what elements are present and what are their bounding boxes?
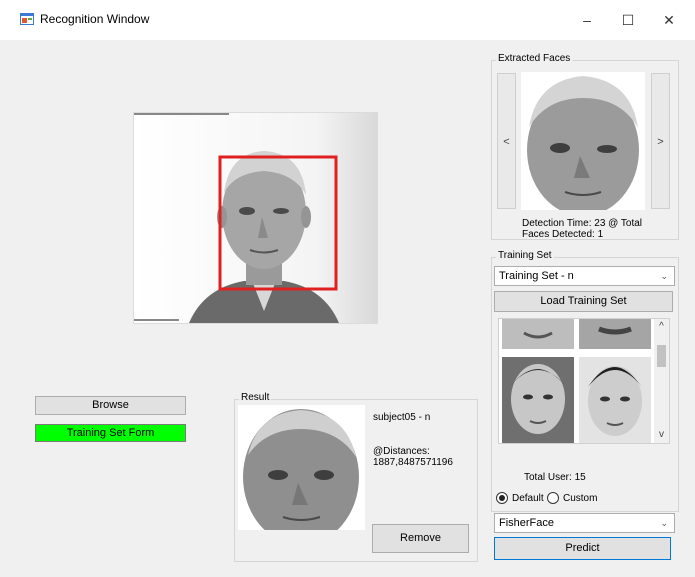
default-radio-label: Default [512,493,544,504]
browse-button[interactable]: Browse [35,396,186,415]
title-bar: Recognition Window – ☐ ✕ [0,0,695,40]
algorithm-select[interactable]: FisherFace ⌄ [494,513,675,533]
training-set-select[interactable]: Training Set - n ⌄ [494,266,675,286]
faces-detected: Faces Detected: 1 [522,229,604,240]
remove-button[interactable]: Remove [372,524,469,553]
main-image-preview [133,112,378,324]
chevron-down-icon: ⌄ [660,271,668,281]
scroll-up-icon[interactable]: ^ [654,321,669,332]
training-list-scrollbar[interactable]: ^ v [654,319,669,443]
training-set-form-button[interactable]: Training Set Form [35,424,186,442]
load-training-set-button[interactable]: Load Training Set [494,291,673,312]
chevron-right-icon: > [657,136,664,148]
detection-time: Detection Time: 23 @ Total [522,218,643,229]
scroll-thumb[interactable] [657,345,666,367]
result-distances-label: @Distances: [373,446,430,457]
result-subject: subject05 - n [373,412,431,423]
default-radio-dot [499,495,505,501]
custom-radio-label: Custom [563,493,598,504]
face-photo [134,113,377,323]
training-set-select-value: Training Set - n [499,270,574,282]
extracted-faces-group-label: Extracted Faces [496,53,573,64]
browse-button-label: Browse [92,399,129,411]
previous-face-button[interactable]: < [497,73,516,209]
algorithm-select-value: FisherFace [499,517,555,529]
training-faces-list[interactable]: ^ v [498,318,670,444]
scroll-down-icon[interactable]: v [654,429,669,440]
training-set-form-button-label: Training Set Form [66,427,155,439]
result-face-image [238,405,365,545]
default-radio[interactable] [496,492,508,504]
maximize-button[interactable]: ☐ [613,8,643,32]
training-set-group-label: Training Set [496,250,554,261]
custom-radio[interactable] [547,492,559,504]
extracted-face-image [521,72,645,216]
next-face-button[interactable]: > [651,73,670,209]
predict-button[interactable]: Predict [494,537,671,560]
total-users: Total User: 15 [524,472,586,483]
chevron-left-icon: < [503,136,510,148]
load-training-set-button-label: Load Training Set [540,295,627,307]
chevron-down-icon: ⌄ [660,518,668,528]
result-distances-value: 1887,8487571196 [373,457,453,468]
app-window-icon [20,13,34,25]
result-group-label: Result [239,392,272,403]
close-button[interactable]: ✕ [654,8,684,32]
remove-button-label: Remove [400,532,441,544]
predict-button-label: Predict [565,542,600,554]
recognition-window: Recognition Window – ☐ ✕ Browse Training… [0,0,695,577]
window-title: Recognition Window [40,12,150,26]
minimize-button[interactable]: – [572,8,602,32]
